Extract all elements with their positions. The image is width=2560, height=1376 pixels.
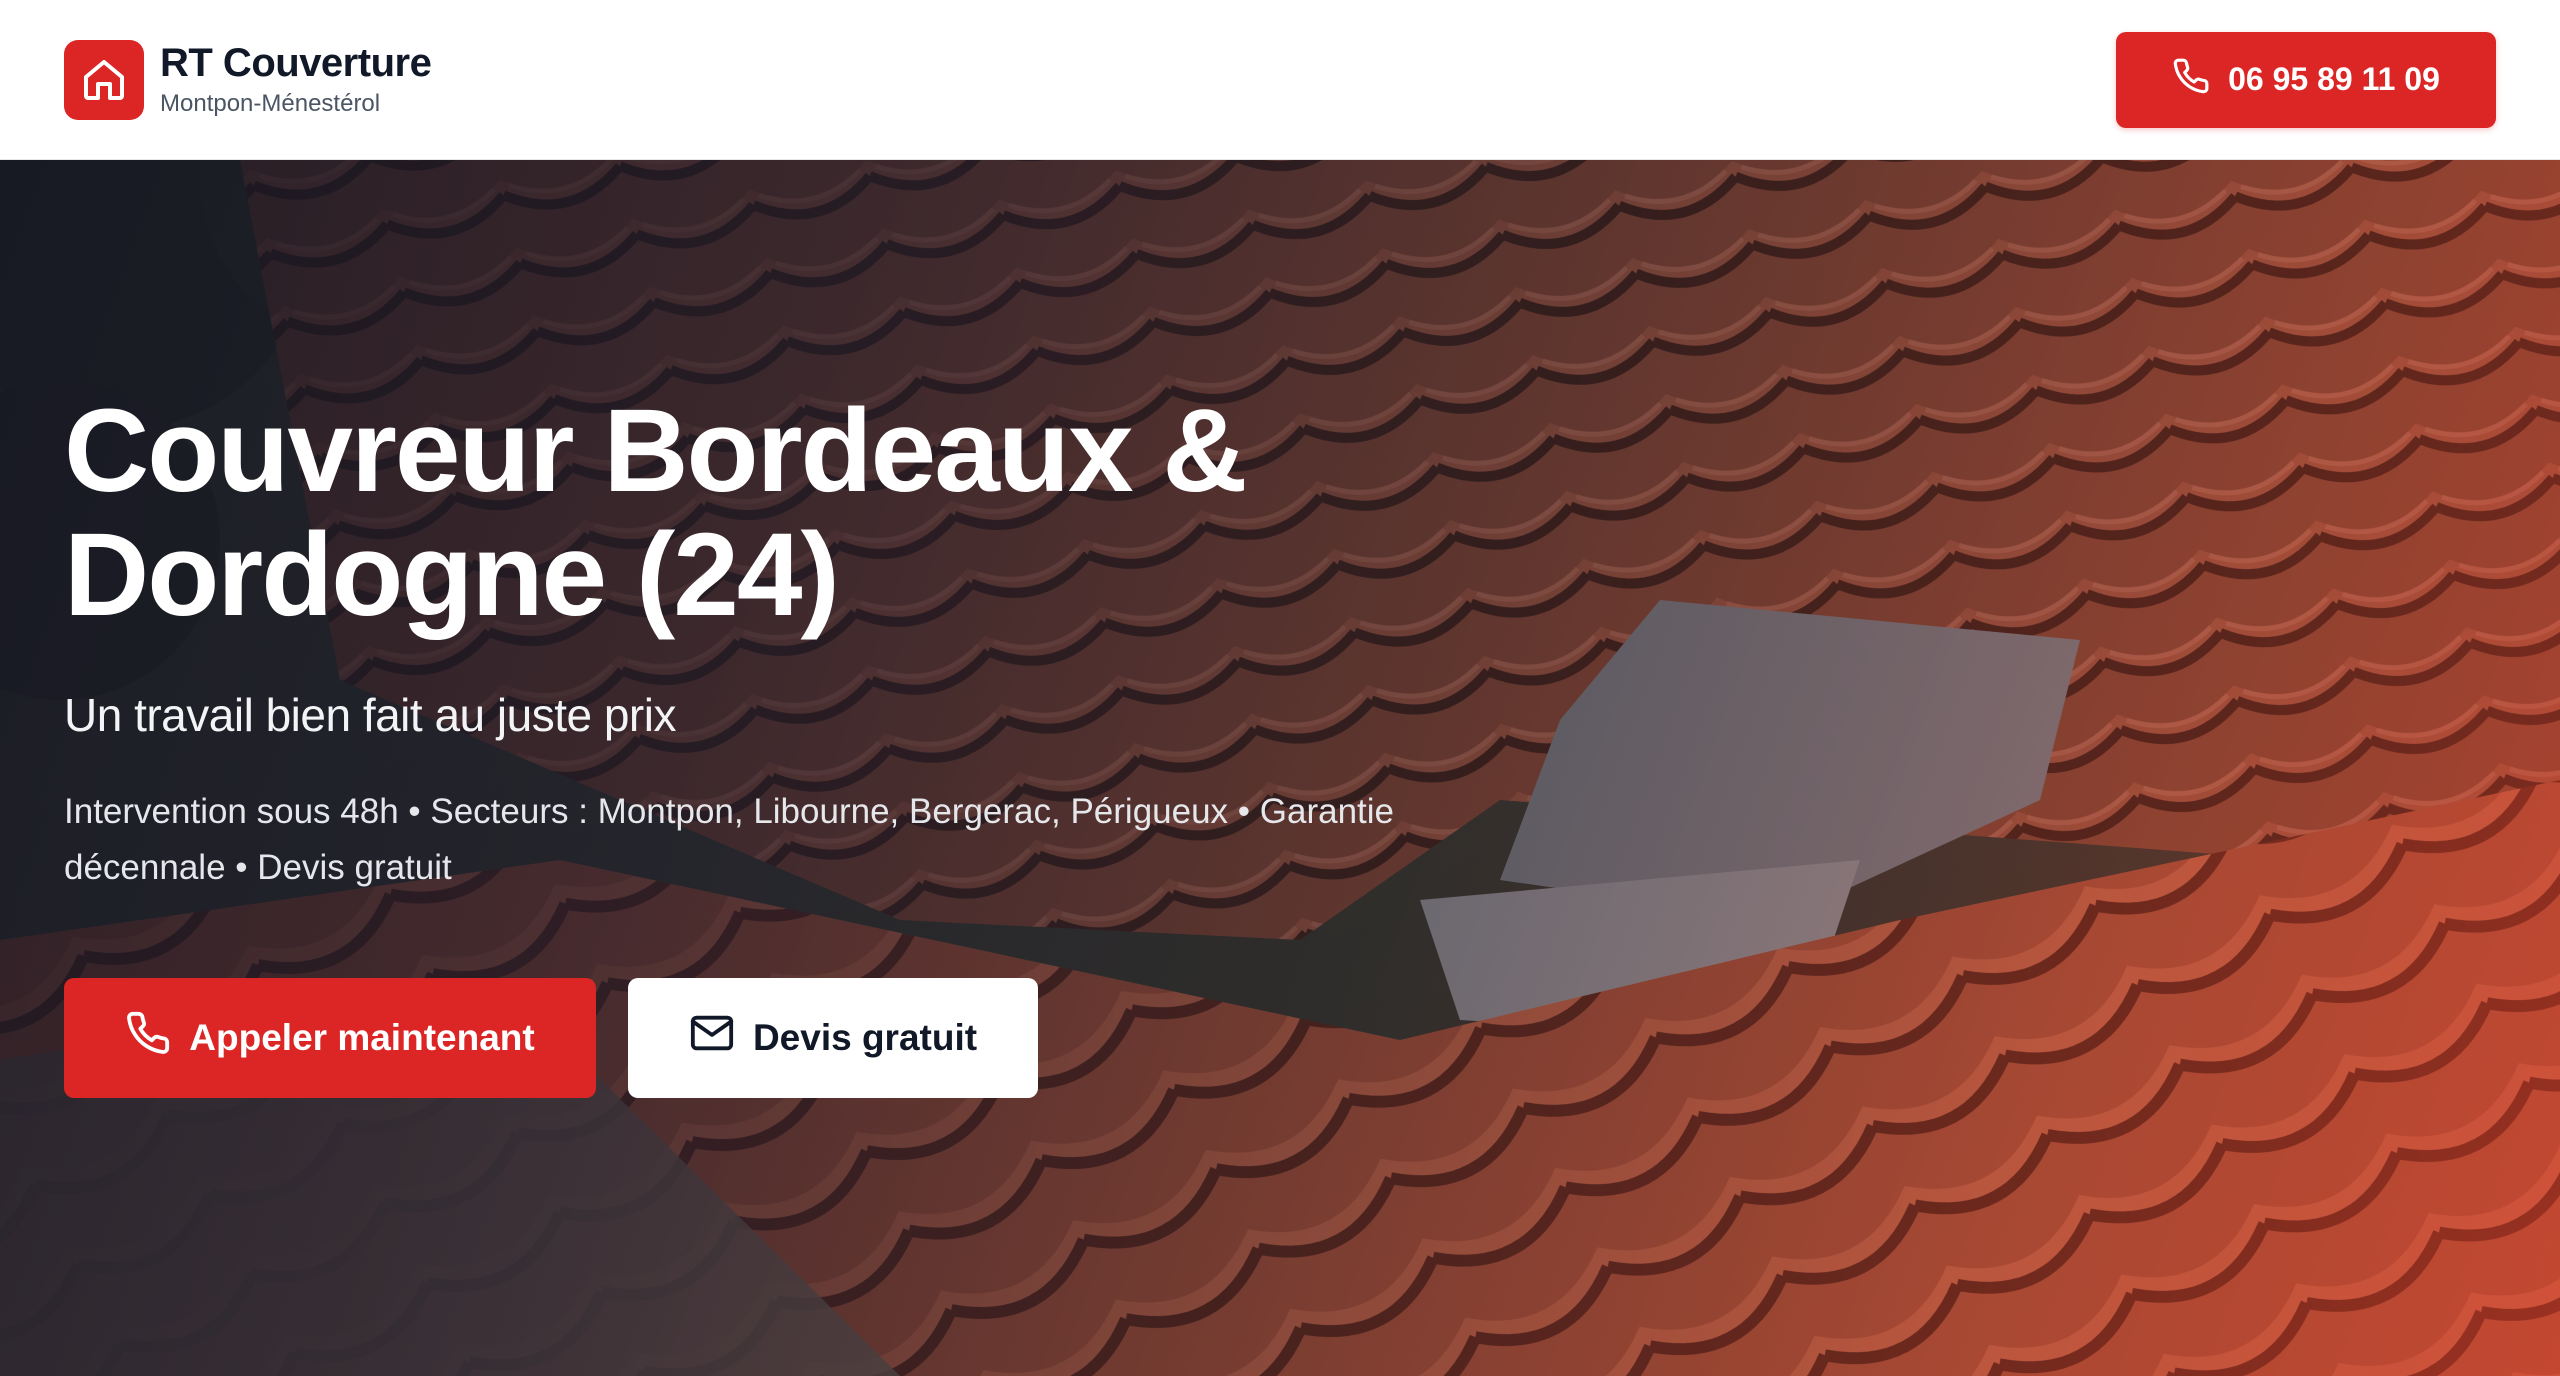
- hero-title: Couvreur Bordeaux & Dordogne (24): [64, 389, 1564, 641]
- hero-info-text: Intervention sous 48h • Secteurs : Montp…: [64, 791, 1394, 887]
- house-icon: [64, 39, 144, 120]
- brand-name: RT Couverture: [160, 41, 432, 86]
- brand[interactable]: RT Couverture Montpon-Ménestérol: [64, 39, 432, 120]
- site-header: RT Couverture Montpon-Ménestérol 06 95 8…: [0, 0, 2560, 160]
- hero-actions: Appeler maintenant Devis gratuit: [64, 977, 1564, 1098]
- hero-subtitle: Un travail bien fait au juste prix: [64, 688, 676, 741]
- phone-icon: [2172, 57, 2210, 103]
- free-quote-label: Devis gratuit: [752, 1016, 978, 1058]
- hero-title-line-1: Couvreur Bordeaux &: [64, 385, 1248, 517]
- hero-title-line-2: Dordogne (24): [64, 508, 840, 641]
- header-phone-label: 06 95 89 11 09: [2228, 61, 2440, 97]
- call-now-button[interactable]: Appeler maintenant: [64, 977, 596, 1098]
- hero-section: Couvreur Bordeaux & Dordogne (24) Un tra…: [0, 160, 2560, 1376]
- phone-icon: [125, 1010, 171, 1065]
- header-phone-button[interactable]: 06 95 89 11 09: [2116, 31, 2496, 128]
- brand-text: RT Couverture Montpon-Ménestérol: [160, 41, 432, 118]
- mail-icon: [689, 1010, 735, 1065]
- call-now-label: Appeler maintenant: [189, 1016, 535, 1058]
- hero-content: Couvreur Bordeaux & Dordogne (24) Un tra…: [64, 389, 1564, 1098]
- brand-location: Montpon-Ménestérol: [160, 90, 381, 118]
- free-quote-button[interactable]: Devis gratuit: [628, 977, 1038, 1098]
